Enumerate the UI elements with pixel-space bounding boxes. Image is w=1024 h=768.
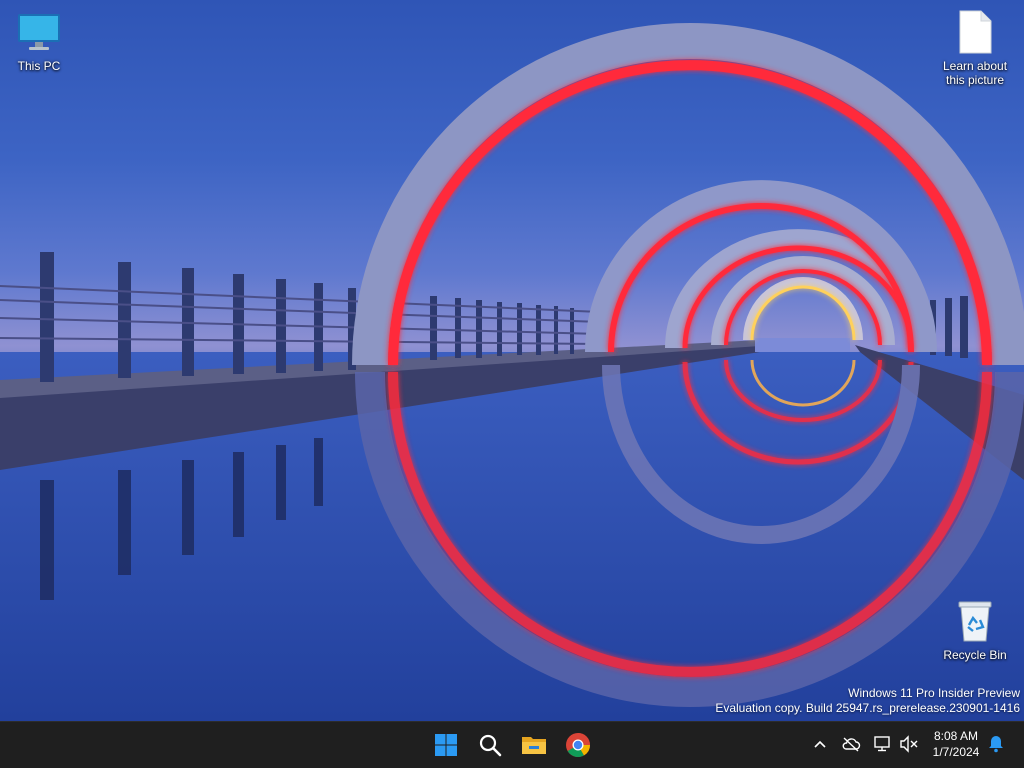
desktop-icon-label: This PC <box>17 59 61 73</box>
clock-date: 1/7/2024 <box>932 745 980 759</box>
volume-button[interactable] <box>897 732 921 756</box>
volume-muted-icon <box>900 735 918 753</box>
notification-center-button[interactable] <box>984 732 1008 756</box>
chrome-icon <box>566 733 590 758</box>
desktop-icon-this-pc[interactable]: This PC <box>0 8 82 73</box>
onedrive-status-button[interactable] <box>839 732 863 756</box>
desktop-icon-label: Recycle Bin <box>943 648 1007 662</box>
search-button[interactable] <box>471 726 509 764</box>
document-icon <box>951 8 999 56</box>
recycle-bin-icon <box>951 597 999 645</box>
clock-time: 8:08 AM <box>933 729 979 743</box>
network-status-button[interactable] <box>871 732 895 756</box>
desktop-icon-label: Learn about this picture <box>942 59 1008 87</box>
chrome-button[interactable] <box>559 726 597 764</box>
windows-start-icon <box>435 734 457 756</box>
desktop-icon-recycle-bin[interactable]: Recycle Bin <box>932 597 1018 662</box>
taskbar-clock[interactable]: 8:08 AM 1/7/2024 <box>926 728 986 760</box>
notification-bell-icon <box>989 736 1003 753</box>
taskbar: 8:08 AM 1/7/2024 <box>0 721 1024 768</box>
network-icon <box>874 736 890 752</box>
watermark-build: Evaluation copy. Build 25947.rs_prerelea… <box>715 701 1020 715</box>
desktop-icon-learn-about-picture[interactable]: Learn about this picture <box>932 8 1018 87</box>
chevron-up-icon <box>814 740 826 748</box>
search-icon <box>479 734 502 757</box>
file-explorer-button[interactable] <box>515 726 553 764</box>
show-hidden-icons-button[interactable] <box>808 732 832 756</box>
cloud-offline-icon <box>842 737 861 752</box>
start-button[interactable] <box>427 726 465 764</box>
file-explorer-icon <box>522 737 546 754</box>
windows-evaluation-watermark: Windows 11 Pro Insider Preview Evaluatio… <box>715 686 1020 716</box>
monitor-icon <box>15 8 63 56</box>
desktop-wallpaper[interactable] <box>0 0 1024 721</box>
wallpaper-art <box>0 23 1024 721</box>
watermark-edition: Windows 11 Pro Insider Preview <box>848 686 1020 700</box>
